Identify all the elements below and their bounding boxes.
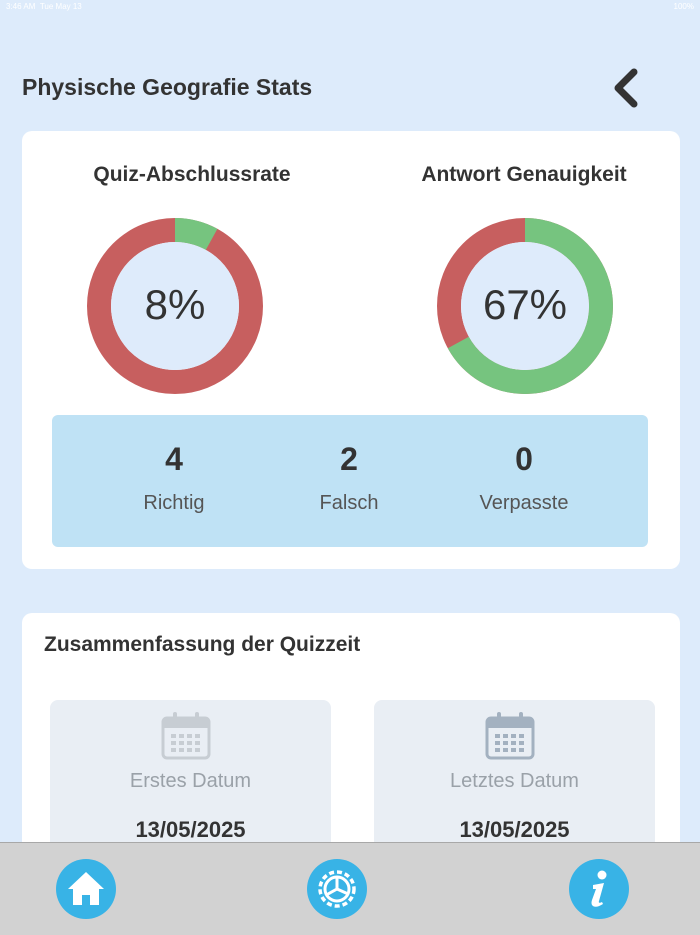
- info-icon: [591, 870, 607, 907]
- completion-rate-gauge: 8%: [86, 217, 264, 395]
- last-date-value: 13/05/2025: [459, 817, 570, 842]
- missed-count-label: Verpasste: [479, 492, 569, 514]
- home-icon: [68, 872, 104, 905]
- accuracy-value: 67%: [482, 281, 568, 328]
- calendar-icon: [161, 712, 211, 760]
- info-button[interactable]: [569, 859, 629, 919]
- quiz-time-summary-title: Zusammenfassung der Quizzeit: [44, 633, 361, 656]
- status-battery: 100%: [673, 2, 694, 11]
- incorrect-count-value: 2: [340, 441, 358, 477]
- status-time-text: 3:46 AM: [6, 2, 36, 11]
- incorrect-count: 2 Falsch: [269, 415, 429, 515]
- answer-counts-panel: 4 Richtig 2 Falsch 0 Verpasste: [52, 415, 648, 547]
- correct-count: 4 Richtig: [94, 415, 254, 515]
- first-date-value: 13/05/2025: [135, 817, 246, 842]
- missed-count: 0 Verpasste: [444, 415, 604, 515]
- status-time: 3:46 AM Tue May 13: [6, 2, 82, 11]
- home-button[interactable]: [56, 859, 116, 919]
- completion-rate-title: Quiz-Abschlussrate: [93, 163, 291, 186]
- calendar-icon: [485, 712, 535, 760]
- missed-count-value: 0: [515, 441, 533, 477]
- first-date-label: Erstes Datum: [129, 770, 252, 792]
- correct-count-label: Richtig: [143, 492, 205, 514]
- back-button[interactable]: [604, 64, 648, 112]
- last-date-label: Letztes Datum: [450, 770, 579, 792]
- stats-card: Quiz-Abschlussrate 8% Antwort Genauigkei…: [22, 131, 680, 569]
- page-title: Physische Geografie Stats: [22, 74, 313, 100]
- chevron-left-icon: [614, 68, 638, 108]
- incorrect-count-label: Falsch: [319, 492, 379, 514]
- bottom-tab-bar: [0, 842, 700, 935]
- accuracy-title: Antwort Genauigkeit: [421, 163, 627, 186]
- status-bar: 3:46 AM Tue May 13 100%: [0, 0, 700, 14]
- completion-rate-value: 8%: [144, 281, 206, 328]
- status-date-text: Tue May 13: [39, 2, 82, 11]
- settings-icon: [318, 870, 356, 908]
- settings-button[interactable]: [307, 859, 367, 919]
- accuracy-gauge: 67%: [436, 217, 614, 395]
- correct-count-value: 4: [165, 441, 183, 477]
